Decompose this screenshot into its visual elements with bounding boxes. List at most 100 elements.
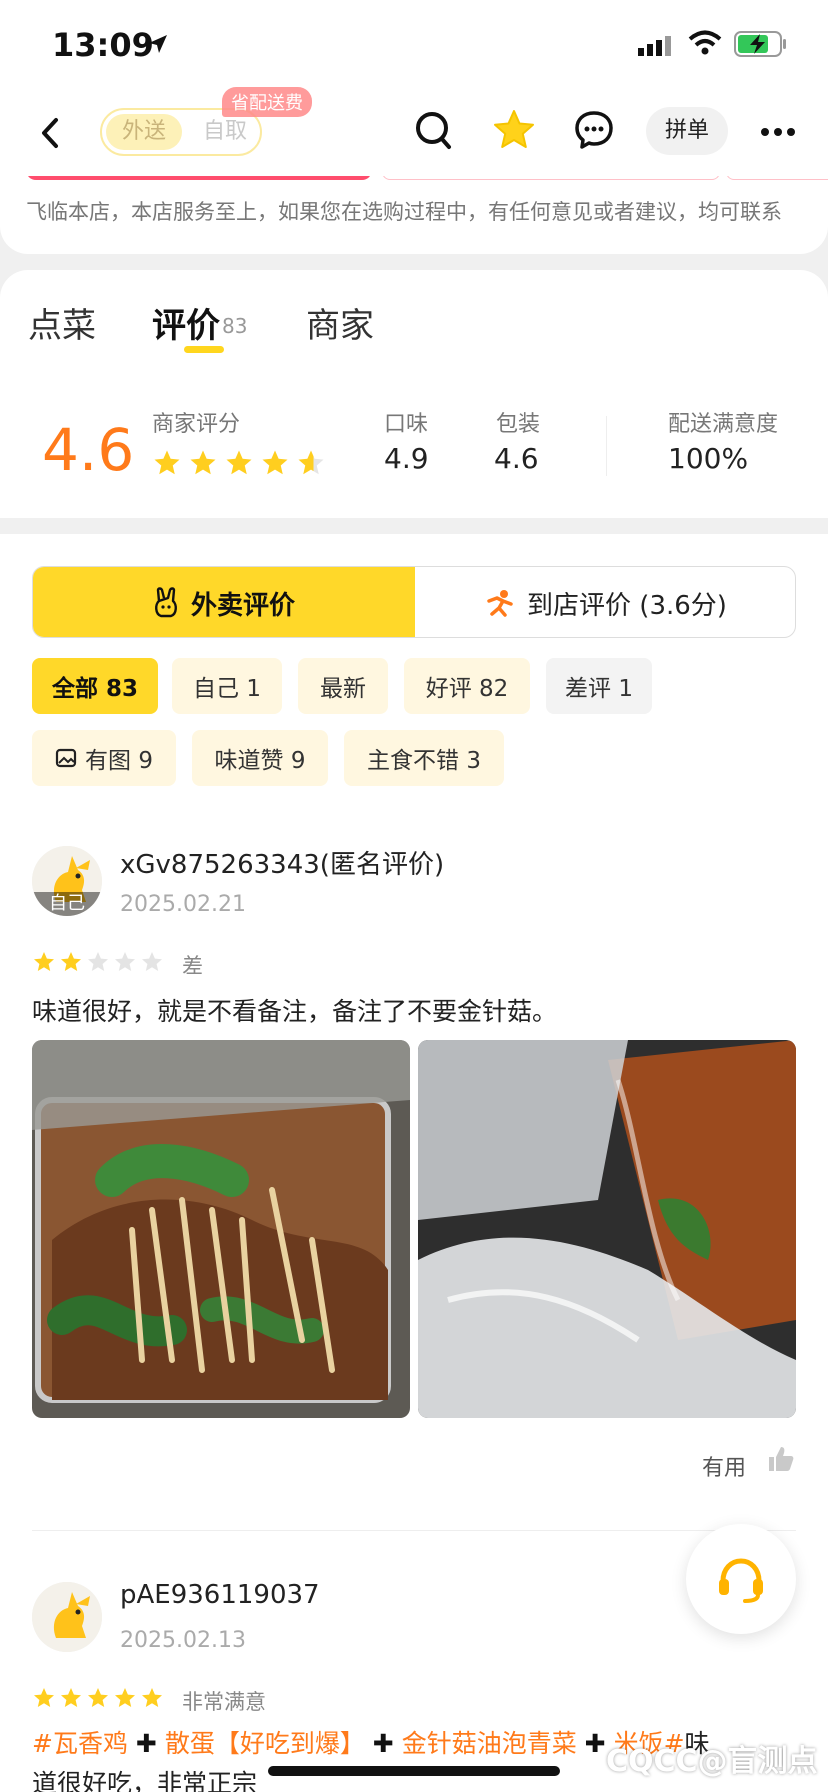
chip-label: 差评 1 (565, 676, 633, 702)
star-icon (61, 952, 81, 971)
filter-chip-all[interactable]: 全部 83 (32, 658, 158, 714)
search-icon[interactable] (414, 108, 454, 152)
filter-chip-tasty[interactable]: 味道赞 9 (192, 730, 328, 786)
delivery-option[interactable]: 外送 (106, 114, 182, 150)
review-summary-panel: 点菜 评价 83 商家 4.6 商家评分 口味 4.9 包装 4.6 配送满意度… (0, 270, 828, 518)
taste-label: 口味 (384, 412, 429, 437)
chip-label: 好评 82 (425, 676, 509, 702)
rating-label: 非常满意 (182, 1690, 266, 1714)
coupon-strip (726, 176, 828, 180)
group-order-button[interactable]: 拼单 (646, 107, 728, 155)
coupon-strip (382, 176, 720, 180)
star-icon (115, 952, 135, 971)
filter-chip-negative[interactable]: 差评 1 (546, 658, 652, 714)
filter-chip-positive[interactable]: 好评 82 (404, 658, 530, 714)
plus-icon: ✚ (372, 1729, 394, 1758)
tab-menu[interactable]: 点菜 (28, 298, 96, 347)
star-icon (115, 1688, 135, 1707)
dish-tag[interactable]: #瓦香鸡 (32, 1729, 128, 1758)
delivery-reviews-tab[interactable]: 外卖评价 (33, 567, 415, 637)
thumbs-up-icon[interactable] (766, 1444, 796, 1474)
self-tag: 自己 (32, 892, 102, 916)
more-icon[interactable] (760, 114, 796, 150)
filter-chip-latest[interactable]: 最新 (298, 658, 388, 714)
running-person-icon (487, 590, 513, 617)
rabbit-icon (155, 587, 177, 618)
image-icon (55, 748, 77, 768)
package-score: 4.6 (494, 442, 539, 475)
dish-tag[interactable]: 金针菇油泡青菜 (402, 1729, 577, 1758)
star-icon (61, 1688, 81, 1707)
tab-reviews-count: 83 (222, 314, 248, 338)
rating-label: 差 (182, 954, 203, 978)
star-icon (142, 1688, 162, 1707)
package-label: 包装 (496, 412, 541, 437)
review-stars (32, 1686, 164, 1710)
pickup-option[interactable]: 自取 (192, 114, 258, 150)
headset-icon (719, 1558, 763, 1603)
active-tab-indicator (184, 346, 224, 353)
nav-bar: 外送 自取 省配送费 拼单 (0, 87, 828, 176)
filter-chip-self[interactable]: 自己 1 (172, 658, 282, 714)
chip-label: 有图 9 (85, 748, 153, 774)
chip-label: 味道赞 9 (214, 748, 306, 774)
battery-charging-icon (734, 31, 786, 57)
chip-label: 主食不错 3 (367, 748, 481, 774)
delivery-satisfaction-value: 100% (668, 442, 749, 475)
food-photo-image (32, 1040, 410, 1418)
useful-label[interactable]: 有用 (702, 1450, 746, 1482)
review-date: 2025.02.13 (120, 1628, 246, 1653)
tab-reviews[interactable]: 评价 (152, 298, 220, 347)
review-stars (32, 950, 164, 974)
back-arrow-icon[interactable] (34, 110, 68, 156)
promo-strip (26, 176, 372, 180)
review-date: 2025.02.21 (120, 892, 246, 917)
star-icon (34, 1688, 54, 1707)
location-arrow-icon (149, 35, 167, 53)
instore-reviews-tab[interactable]: 到店评价 (3.6分) (415, 567, 795, 637)
merchant-score-label: 商家评分 (152, 412, 241, 437)
plus-icon: ✚ (135, 1729, 157, 1758)
save-shipping-badge: 省配送费 (222, 87, 312, 117)
star-icon (226, 450, 252, 475)
review-text-line: 道很好吃，非常正宗 (32, 1769, 258, 1792)
review-photo[interactable] (418, 1040, 796, 1418)
star-icon (262, 450, 288, 475)
filter-chip-staple-good[interactable]: 主食不错 3 (344, 730, 504, 786)
divider (606, 416, 607, 476)
status-bar: 13:09 (0, 0, 828, 92)
review-photo[interactable] (32, 1040, 410, 1418)
filter-chip-with-photos[interactable]: 有图 9 (32, 730, 176, 786)
watermark-text: CQCC@盲测点 (606, 1744, 818, 1779)
favorite-star-icon[interactable] (492, 108, 536, 152)
wifi-icon (688, 30, 722, 55)
half-star-icon (298, 450, 324, 475)
food-bag-photo-image (418, 1040, 796, 1418)
merchant-star-rating (152, 448, 326, 478)
reviewer-name: xGv875263343(匿名评价) (120, 850, 445, 880)
chip-label: 自己 1 (193, 676, 261, 702)
tab-merchant[interactable]: 商家 (306, 298, 374, 347)
star-icon (88, 1688, 108, 1707)
dish-tag[interactable]: 散蛋【好吃到爆】 (165, 1729, 365, 1758)
star-icon (190, 450, 216, 475)
customer-service-button[interactable] (686, 1524, 796, 1634)
avatar[interactable]: 自己 (32, 846, 102, 916)
status-time: 13:09 (52, 26, 154, 64)
taste-score: 4.9 (384, 442, 429, 475)
review-text: 味道很好，就是不看备注，备注了不要金针菇。 (32, 997, 558, 1026)
star-icon (154, 450, 180, 475)
kangaroo-avatar-icon (32, 1582, 102, 1652)
shop-notice-card: 飞临本店，本店服务至上，如果您在选购过程中，有任何意见或者建议，均可联系 (0, 176, 828, 254)
message-icon[interactable] (574, 108, 614, 152)
plus-icon: ✚ (584, 1729, 606, 1758)
avatar[interactable] (32, 1582, 102, 1652)
shop-notice-text: 飞临本店，本店服务至上，如果您在选购过程中，有任何意见或者建议，均可联系 (26, 200, 782, 224)
merchant-score: 4.6 (42, 416, 135, 484)
delivery-satisfaction-label: 配送满意度 (668, 412, 779, 437)
chip-label: 全部 83 (51, 676, 138, 702)
star-icon (34, 952, 54, 971)
reviewer-name: pAE936119037 (120, 1580, 320, 1610)
cellular-signal-icon (638, 36, 671, 56)
review-divider (32, 1530, 796, 1531)
